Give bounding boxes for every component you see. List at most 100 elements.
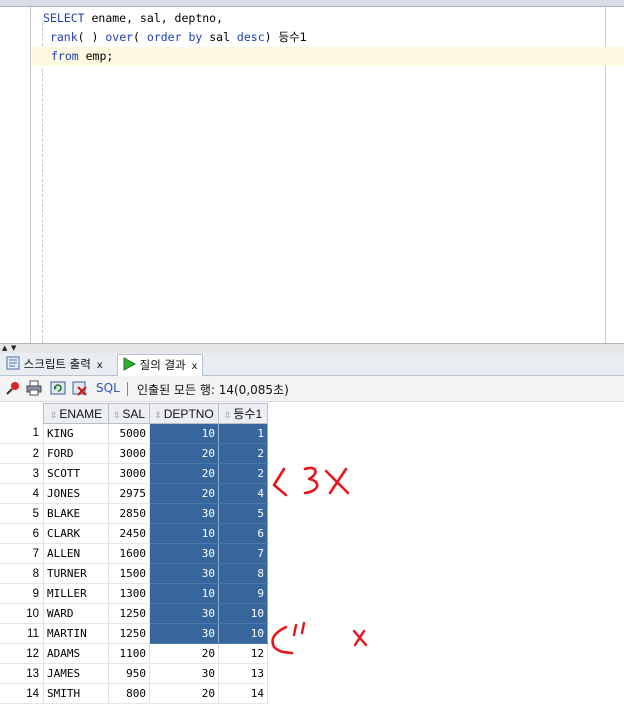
- pin-icon[interactable]: [5, 380, 21, 396]
- cell-deptno[interactable]: 10: [149, 523, 219, 544]
- cell-ename[interactable]: FORD: [43, 443, 109, 464]
- cell-deptno[interactable]: 10: [149, 583, 219, 604]
- table-row[interactable]: 14 SMITH 800 20 14: [0, 683, 268, 704]
- cell-sal[interactable]: 1250: [108, 623, 150, 644]
- delete-icon[interactable]: [72, 380, 88, 396]
- table-row[interactable]: 4 JONES 2975 20 4: [0, 483, 268, 504]
- close-icon[interactable]: x: [97, 360, 103, 371]
- cell-rank[interactable]: 13: [218, 663, 268, 684]
- cell-sal[interactable]: 1300: [108, 583, 150, 604]
- row-number[interactable]: 9: [0, 583, 44, 604]
- cell-deptno[interactable]: 30: [149, 563, 219, 584]
- row-number[interactable]: 3: [0, 463, 44, 484]
- cell-rank[interactable]: 14: [218, 683, 268, 704]
- cell-rank[interactable]: 10: [218, 623, 268, 644]
- table-row[interactable]: 13 JAMES 950 30 13: [0, 663, 268, 684]
- sort-icon[interactable]: ⇳: [224, 410, 232, 420]
- cell-rank[interactable]: 2: [218, 443, 268, 464]
- cell-rank[interactable]: 6: [218, 523, 268, 544]
- cell-rank[interactable]: 2: [218, 463, 268, 484]
- cell-sal[interactable]: 3000: [108, 463, 150, 484]
- row-number[interactable]: 12: [0, 643, 44, 664]
- column-header-deptno[interactable]: ⇳ DEPTNO: [149, 403, 219, 424]
- cell-ename[interactable]: SMITH: [43, 683, 109, 704]
- cell-ename[interactable]: JAMES: [43, 663, 109, 684]
- cell-sal[interactable]: 3000: [108, 443, 150, 464]
- cell-ename[interactable]: JONES: [43, 483, 109, 504]
- cell-deptno[interactable]: 10: [149, 423, 219, 444]
- cell-sal[interactable]: 2850: [108, 503, 150, 524]
- column-header-rank[interactable]: ⇳ 등수1: [218, 403, 268, 424]
- close-icon[interactable]: x: [192, 361, 198, 372]
- cell-ename[interactable]: SCOTT: [43, 463, 109, 484]
- row-number[interactable]: 4: [0, 483, 44, 504]
- sql-button[interactable]: SQL: [96, 381, 120, 395]
- cell-sal[interactable]: 1100: [108, 643, 150, 664]
- cell-sal[interactable]: 1250: [108, 603, 150, 624]
- row-number[interactable]: 1: [0, 423, 44, 444]
- cell-deptno[interactable]: 30: [149, 663, 219, 684]
- code-line-2[interactable]: rank( ) over( order by sal desc) 등수1: [43, 28, 307, 47]
- cell-deptno[interactable]: 30: [149, 603, 219, 624]
- cell-deptno[interactable]: 30: [149, 543, 219, 564]
- row-number[interactable]: 6: [0, 523, 44, 544]
- sort-icon[interactable]: ⇳: [50, 410, 58, 420]
- table-row[interactable]: 11 MARTIN 1250 30 10: [0, 623, 268, 644]
- cell-rank[interactable]: 5: [218, 503, 268, 524]
- cell-ename[interactable]: BLAKE: [43, 503, 109, 524]
- cell-rank[interactable]: 1: [218, 423, 268, 444]
- cell-ename[interactable]: ADAMS: [43, 643, 109, 664]
- row-number[interactable]: 14: [0, 683, 44, 704]
- cell-rank[interactable]: 10: [218, 603, 268, 624]
- cell-deptno[interactable]: 30: [149, 503, 219, 524]
- cell-sal[interactable]: 2450: [108, 523, 150, 544]
- cell-ename[interactable]: MARTIN: [43, 623, 109, 644]
- cell-sal[interactable]: 2975: [108, 483, 150, 504]
- column-header-ename[interactable]: ⇳ ENAME: [43, 403, 109, 424]
- cell-ename[interactable]: KING: [43, 423, 109, 444]
- cell-ename[interactable]: CLARK: [43, 523, 109, 544]
- row-number[interactable]: 13: [0, 663, 44, 684]
- row-number[interactable]: 7: [0, 543, 44, 564]
- table-row[interactable]: 3 SCOTT 3000 20 2: [0, 463, 268, 484]
- collapse-up-icon[interactable]: ▲: [2, 345, 7, 352]
- cell-deptno[interactable]: 20: [149, 643, 219, 664]
- table-row[interactable]: 6 CLARK 2450 10 6: [0, 523, 268, 544]
- sql-editor[interactable]: SELECT ename, sal, deptno, rank( ) over(…: [0, 7, 624, 343]
- column-header-sal[interactable]: ⇳ SAL: [108, 403, 150, 424]
- cell-ename[interactable]: TURNER: [43, 563, 109, 584]
- cell-deptno[interactable]: 20: [149, 463, 219, 484]
- table-row[interactable]: 10 WARD 1250 30 10: [0, 603, 268, 624]
- tab-query-result[interactable]: 질의 결과 x: [117, 354, 203, 376]
- cell-rank[interactable]: 8: [218, 563, 268, 584]
- cell-deptno[interactable]: 20: [149, 483, 219, 504]
- print-icon[interactable]: [26, 380, 42, 396]
- row-number[interactable]: 2: [0, 443, 44, 464]
- cell-sal[interactable]: 950: [108, 663, 150, 684]
- table-row[interactable]: 1 KING 5000 10 1: [0, 423, 268, 444]
- sort-icon[interactable]: ⇳: [154, 410, 162, 420]
- cell-deptno[interactable]: 20: [149, 443, 219, 464]
- cell-ename[interactable]: WARD: [43, 603, 109, 624]
- cell-ename[interactable]: MILLER: [43, 583, 109, 604]
- row-number[interactable]: 11: [0, 623, 44, 644]
- cell-ename[interactable]: ALLEN: [43, 543, 109, 564]
- code-line-1[interactable]: SELECT ename, sal, deptno,: [43, 9, 223, 28]
- cell-rank[interactable]: 12: [218, 643, 268, 664]
- tab-script-output[interactable]: 스크립트 출력 x: [2, 354, 107, 374]
- cell-sal[interactable]: 5000: [108, 423, 150, 444]
- collapse-down-icon[interactable]: ▼: [11, 345, 16, 352]
- table-row[interactable]: 2 FORD 3000 20 2: [0, 443, 268, 464]
- row-number[interactable]: 10: [0, 603, 44, 624]
- table-row[interactable]: 12 ADAMS 1100 20 12: [0, 643, 268, 664]
- table-row[interactable]: 7 ALLEN 1600 30 7: [0, 543, 268, 564]
- cell-rank[interactable]: 7: [218, 543, 268, 564]
- row-number[interactable]: 8: [0, 563, 44, 584]
- cell-deptno[interactable]: 20: [149, 683, 219, 704]
- cell-deptno[interactable]: 30: [149, 623, 219, 644]
- cell-rank[interactable]: 4: [218, 483, 268, 504]
- cell-sal[interactable]: 1600: [108, 543, 150, 564]
- row-number[interactable]: 5: [0, 503, 44, 524]
- code-line-3-current[interactable]: from emp;: [32, 47, 624, 66]
- table-row[interactable]: 5 BLAKE 2850 30 5: [0, 503, 268, 524]
